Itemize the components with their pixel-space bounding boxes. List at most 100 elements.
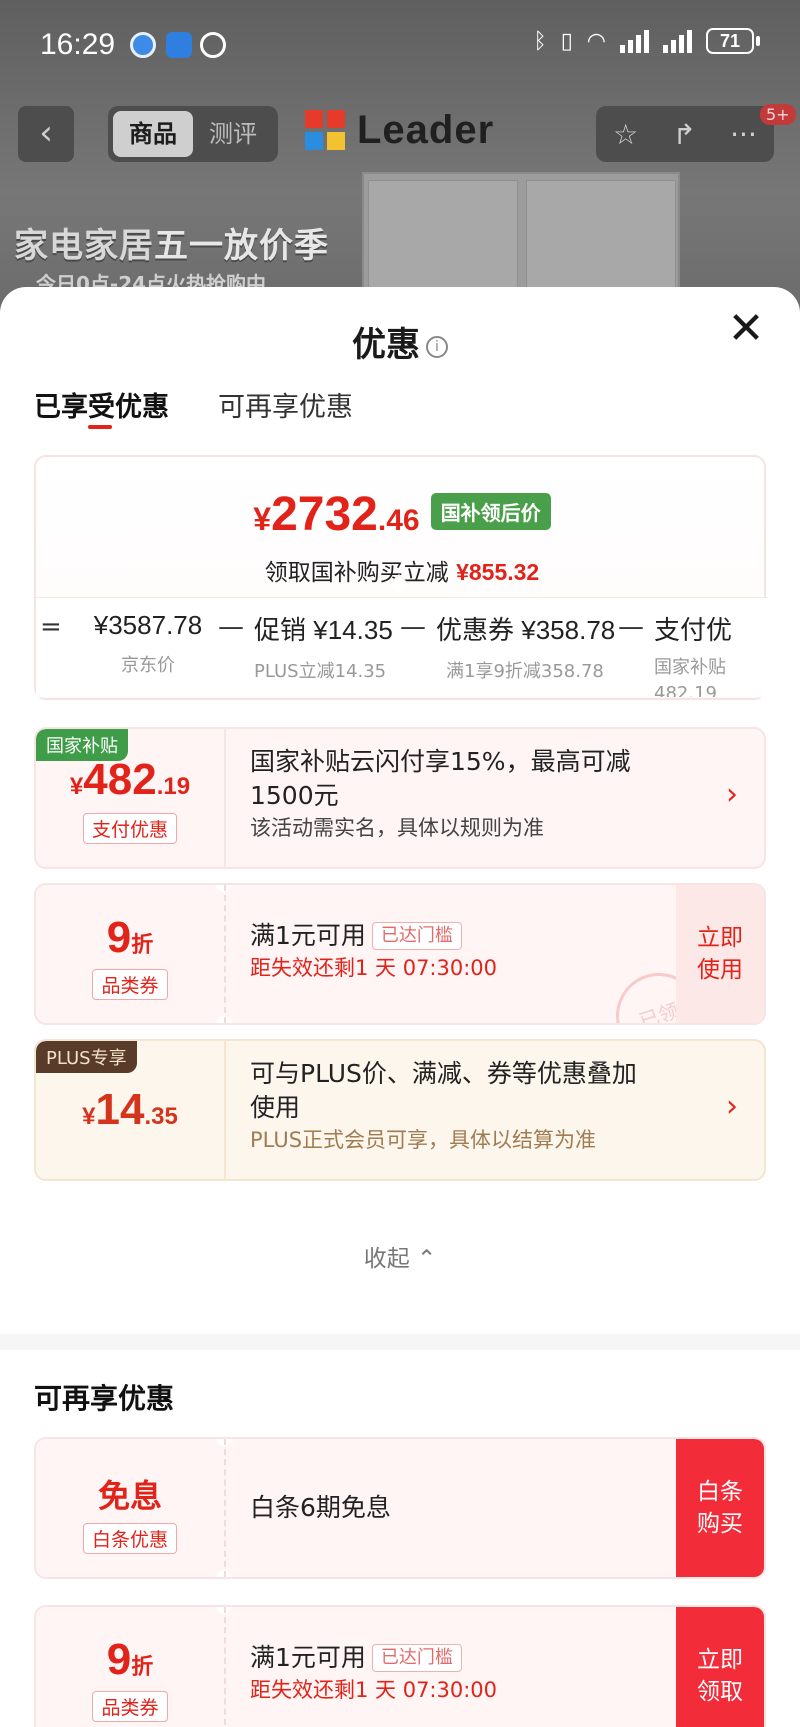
amount-unit: 折 xyxy=(131,1655,154,1680)
more-icon[interactable]: ··· xyxy=(730,118,757,151)
sheet-title: 优惠 i xyxy=(0,317,800,366)
offer-description: 白条6期免息 xyxy=(250,1491,710,1525)
alarm-icon xyxy=(200,32,226,58)
collapse-label: 收起 xyxy=(363,1246,410,1272)
baitiao-buy-button[interactable]: 白条购买 xyxy=(676,1439,764,1577)
use-now-button[interactable]: 立即使用 xyxy=(676,885,764,1023)
active-tab-underline xyxy=(88,425,112,429)
claim-now-button[interactable]: 立即领取 xyxy=(676,1607,764,1727)
breakdown-note: PLUS立减14.35 xyxy=(254,661,387,682)
offer-desc-line: 满1元可用 xyxy=(250,1643,366,1672)
section-separator xyxy=(0,1334,800,1350)
price-summary-card: ¥2732.46 国补领后价 领取国补购买立减 ¥855.32 = ¥3587.… xyxy=(34,455,768,700)
offer-description: 可与PLUS价、满减、券等优惠叠加 使用 PLUS正式会员可享，具体以结算为准 xyxy=(250,1057,710,1155)
offer-desc-line: 使用 xyxy=(250,1093,301,1122)
offer-card-category-coupon[interactable]: 9折 品类券 满1元可用 已达门槛 距失效还剩1 天 07:30:00 已领 立即… xyxy=(34,883,766,1025)
currency-symbol: ¥ xyxy=(69,773,84,800)
price-integer: 2732 xyxy=(271,488,378,541)
battery-level: 71 xyxy=(706,28,754,54)
offer-type-chip: 品类券 xyxy=(36,1691,224,1722)
offer-type-label: 品类券 xyxy=(92,1691,168,1722)
tab-enjoyed-offers[interactable]: 已享受优惠 xyxy=(34,385,169,424)
price-breakdown[interactable]: = ¥3587.78 京东价 — 促销 ¥14.35 PLUS立减14.35 —… xyxy=(36,597,768,697)
offer-type-chip: 支付优惠 xyxy=(36,813,224,844)
offer-type-chip: 白条优惠 xyxy=(36,1523,224,1554)
offer-type-label: 支付优惠 xyxy=(82,813,177,844)
brand-logo: Leader xyxy=(305,108,494,153)
promo-banner-title: 家电家居五一放价季 xyxy=(14,218,329,267)
offer-card-national-subsidy[interactable]: 国家补贴 ¥482.19 支付优惠 国家补贴云闪付享15%，最高可减 1500元… xyxy=(34,727,766,869)
breakdown-item: 支付优 国家补贴 482.19 xyxy=(654,610,732,697)
brand-name: Leader xyxy=(357,108,495,152)
currency-symbol: ¥ xyxy=(253,501,272,537)
wifi-icon: ◠ xyxy=(586,28,606,54)
offer-card-interest-free[interactable]: 免息 白条优惠 白条6期免息 白条购买 xyxy=(34,1437,766,1579)
breakdown-item: ¥3587.78 京东价 xyxy=(78,610,218,679)
offer-card-category-coupon-claim[interactable]: 9折 品类券 满1元可用 已达门槛 距失效还剩1 天 07:30:00 立即领取 xyxy=(34,1605,766,1727)
offer-type-label: 白条优惠 xyxy=(82,1523,177,1554)
offer-type-chip: 品类券 xyxy=(36,969,224,1000)
amount-integer: 14 xyxy=(95,1085,145,1134)
info-icon[interactable]: i xyxy=(426,335,448,358)
breakdown-label: 支付优 xyxy=(654,616,733,646)
savings-amount: ¥855.32 xyxy=(456,559,540,585)
promo-title-part-a: 家电家居 xyxy=(14,226,154,266)
offer-amount: 9折 xyxy=(36,1635,224,1685)
status-right-group: ᛒ ▯ ◠ 71 xyxy=(533,28,760,54)
status-time: 16:29 xyxy=(40,28,116,61)
leader-logo-icon xyxy=(305,109,347,152)
chevron-right-icon[interactable]: › xyxy=(726,1089,738,1124)
offer-desc-note: 该活动需实名，具体以规则为准 xyxy=(250,816,544,840)
breakdown-operator: — xyxy=(218,612,244,642)
amount-integer: 9 xyxy=(106,913,132,962)
message-badge: 5+ xyxy=(760,104,796,125)
offer-amount: 9折 xyxy=(36,913,224,963)
offer-desc-line: 满1元可用 xyxy=(250,921,366,950)
baitiao-buy-label: 白条购买 xyxy=(697,1479,743,1537)
offer-description: 国家补贴云闪付享15%，最高可减 1500元 该活动需实名，具体以规则为准 xyxy=(250,745,710,843)
offer-description: 满1元可用 已达门槛 距失效还剩1 天 07:30:00 xyxy=(250,1641,710,1705)
offer-amount: 免息 xyxy=(36,1471,224,1517)
signal-icon xyxy=(663,29,692,53)
savings-text: 领取国补购买立减 xyxy=(264,560,449,586)
breakdown-note-amount: 482.19 xyxy=(654,683,717,697)
collapse-button[interactable]: 收起 ⌃ xyxy=(0,1239,800,1273)
tab-product[interactable]: 商品 xyxy=(113,111,193,157)
final-price-line: ¥2732.46 国补领后价 xyxy=(36,487,768,542)
bluetooth-icon: ᛒ xyxy=(533,28,547,54)
sheet-header: 优惠 i ✕ xyxy=(0,287,800,367)
back-button[interactable]: ‹ xyxy=(18,106,74,162)
sheet-title-text: 优惠 xyxy=(352,325,420,365)
offer-tabs: 已享受优惠 可再享优惠 xyxy=(0,367,800,439)
chevron-right-icon[interactable]: › xyxy=(726,777,738,812)
interest-free-text: 免息 xyxy=(97,1477,162,1515)
subsidy-price-tag: 国补领后价 xyxy=(430,493,551,530)
weather-icon xyxy=(166,32,192,58)
breakdown-label: 优惠券 xyxy=(436,616,515,646)
nav-tabs: 商品 测评 xyxy=(108,106,278,162)
close-icon[interactable]: ✕ xyxy=(726,307,766,351)
amount-unit: 折 xyxy=(131,933,154,958)
plus-exclusive-tag: PLUS专享 xyxy=(36,1041,137,1073)
amount-decimal: .19 xyxy=(156,773,191,800)
use-now-label: 立即使用 xyxy=(697,925,743,983)
offer-card-plus[interactable]: PLUS专享 ¥14.35 可与PLUS价、满减、券等优惠叠加 使用 PLUS正… xyxy=(34,1039,766,1181)
favorite-star-icon[interactable]: ☆ xyxy=(613,118,638,151)
signal-icon xyxy=(620,29,649,53)
claim-now-label: 立即领取 xyxy=(697,1647,743,1705)
breakdown-value: ¥3587.78 xyxy=(93,610,203,640)
tab-review[interactable]: 测评 xyxy=(193,111,273,157)
breakdown-note: 京东价 xyxy=(121,655,175,676)
breakdown-value: ¥358.78 xyxy=(521,615,616,645)
battery-icon: 71 xyxy=(706,28,760,54)
offer-desc-note: PLUS正式会员可享，具体以结算为准 xyxy=(250,1128,597,1152)
offer-desc-line: 可与PLUS价、满减、券等优惠叠加 xyxy=(250,1059,637,1088)
promo-title-part-b: 五一放价季 xyxy=(154,226,329,266)
currency-symbol: ¥ xyxy=(82,1103,96,1130)
breakdown-item: 优惠券 ¥358.78 满1享9折减358.78 xyxy=(436,610,615,685)
offer-desc-line: 白条6期免息 xyxy=(250,1493,391,1522)
tab-more-offers[interactable]: 可再享优惠 xyxy=(218,385,353,424)
share-icon[interactable]: ↱ xyxy=(672,118,695,151)
offers-sheet: 优惠 i ✕ 已享受优惠 可再享优惠 ¥2732.46 国补领后价 领取国补购买立… xyxy=(0,287,800,1727)
breakdown-label: 促销 xyxy=(254,616,307,646)
